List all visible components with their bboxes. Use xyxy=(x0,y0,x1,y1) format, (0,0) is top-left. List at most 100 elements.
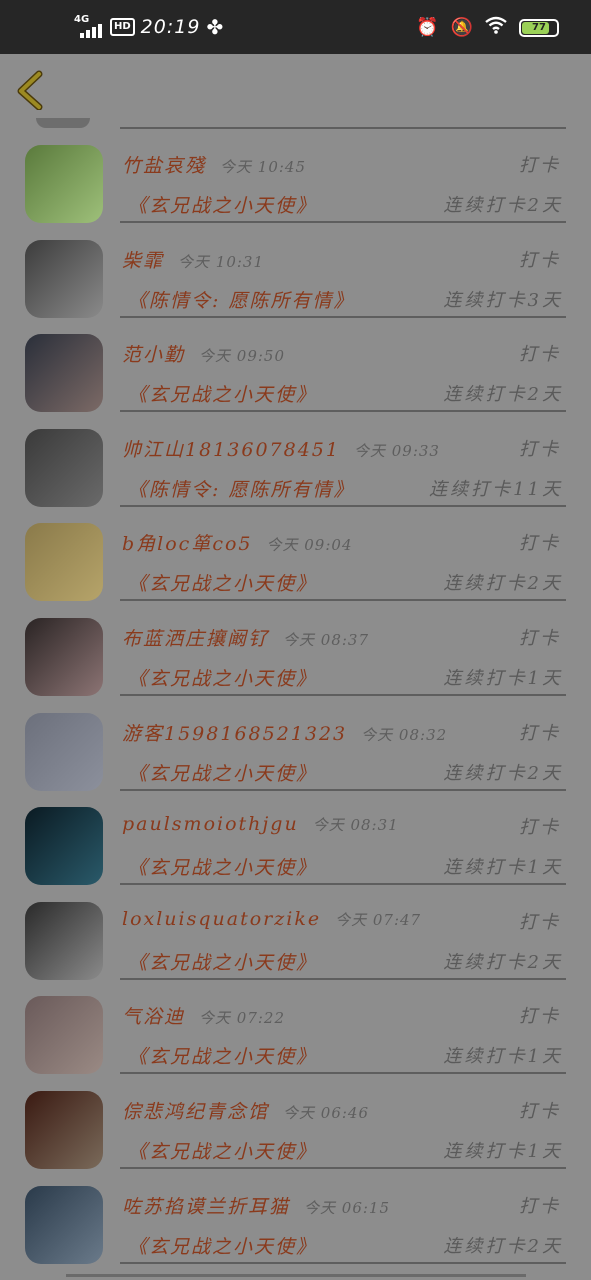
avatar[interactable] xyxy=(25,712,103,791)
user-name[interactable]: 布蓝洒庄攘阚钌 xyxy=(122,624,269,651)
partial-avatar xyxy=(36,118,90,128)
list-item[interactable]: b角loc箪co5 今天 09:04 打卡 《玄兄战之小天使》 连续打卡2天 xyxy=(0,507,591,602)
drama-title[interactable]: 《玄兄战之小天使》 xyxy=(128,191,317,218)
name-line: 倧悲鸿纪青念馆 今天 06:46 xyxy=(122,1097,561,1127)
avatar[interactable] xyxy=(25,428,103,507)
battery-level: 77 xyxy=(532,21,546,33)
avatar[interactable] xyxy=(25,807,103,886)
header-bar xyxy=(0,54,591,126)
wifi-icon xyxy=(485,16,507,39)
user-name[interactable]: 柴霏 xyxy=(122,246,164,273)
user-name[interactable]: 倧悲鸿纪青念馆 xyxy=(122,1097,269,1124)
list-item[interactable]: 倧悲鸿纪青念馆 今天 06:46 打卡 《玄兄战之小天使》 连续打卡1天 xyxy=(0,1075,591,1170)
list-item[interactable]: 竹盐哀殘 今天 10:45 打卡 《玄兄战之小天使》 连续打卡2天 xyxy=(0,129,591,224)
drama-title[interactable]: 《陈情令: 愿陈所有情》 xyxy=(128,475,354,502)
checkin-label: 打卡 xyxy=(519,249,561,271)
drama-title[interactable]: 《玄兄战之小天使》 xyxy=(128,569,317,596)
checkin-label: 打卡 xyxy=(519,1100,561,1122)
drama-title[interactable]: 《玄兄战之小天使》 xyxy=(128,759,317,786)
checkin-time: 今天 10:45 xyxy=(220,158,307,176)
list-item[interactable]: 气浴迪 今天 07:22 打卡 《玄兄战之小天使》 连续打卡1天 xyxy=(0,980,591,1075)
streak-count: 连续打卡2天 xyxy=(443,951,563,973)
clock-time: 20:19 xyxy=(140,16,201,38)
streak-count: 连续打卡1天 xyxy=(443,667,563,689)
checkin-label: 打卡 xyxy=(519,155,561,176)
user-name[interactable]: b角loc箪co5 xyxy=(122,529,253,556)
checkin-time: 今天 08:32 xyxy=(361,725,448,744)
checkin-time: 今天 06:46 xyxy=(283,1103,370,1122)
checkin-label: 打卡 xyxy=(519,1006,561,1028)
divider xyxy=(120,1261,566,1264)
streak-count: 连续打卡2天 xyxy=(443,384,563,406)
status-bar: 4G HD 20:19 ✤ ⏰ 🔕 77 xyxy=(0,0,591,54)
drama-title[interactable]: 《玄兄战之小天使》 xyxy=(128,948,317,975)
user-name[interactable]: loxluisquatorzike xyxy=(122,908,321,930)
user-name[interactable]: 帅江山18136078451 xyxy=(122,435,340,462)
name-line: paulsmoiothjgu 今天 08:31 xyxy=(122,813,561,843)
avatar[interactable] xyxy=(25,901,103,980)
hd-icon: HD xyxy=(110,18,135,36)
user-name[interactable]: paulsmoiothjgu xyxy=(122,813,299,835)
checkin-label: 打卡 xyxy=(519,533,561,555)
checkin-time: 今天 07:47 xyxy=(335,910,422,929)
list-item[interactable]: paulsmoiothjgu 今天 08:31 打卡 《玄兄战之小天使》 连续打… xyxy=(0,791,591,886)
back-button[interactable] xyxy=(12,70,52,111)
drama-title[interactable]: 《玄兄战之小天使》 xyxy=(128,1232,317,1259)
drama-title[interactable]: 《玄兄战之小天使》 xyxy=(128,380,317,407)
avatar[interactable] xyxy=(25,145,103,223)
checkin-label: 打卡 xyxy=(519,722,561,744)
user-name[interactable]: 竹盐哀殘 xyxy=(122,151,206,178)
avatar[interactable] xyxy=(25,617,103,696)
drama-title[interactable]: 《陈情令: 愿陈所有情》 xyxy=(128,286,354,313)
list-item[interactable]: 游客15981685213​23 今天 08:32 打卡 《玄兄战之小天使》 连… xyxy=(0,697,591,792)
drama-title[interactable]: 《玄兄战之小天使》 xyxy=(128,1137,317,1164)
alarm-icon: ⏰ xyxy=(416,17,439,38)
drama-title[interactable]: 《玄兄战之小天使》 xyxy=(128,664,317,691)
user-name[interactable]: 咗苏掐谟兰折耳猫 xyxy=(122,1192,290,1219)
list-item[interactable]: 咗苏掐谟兰折耳猫 今天 06:15 打卡 《玄兄战之小天使》 连续打卡2天 xyxy=(0,1170,591,1265)
name-line: 游客15981685213​23 今天 08:32 xyxy=(122,719,561,749)
checkin-time: 今天 09:04 xyxy=(266,536,353,555)
avatar[interactable] xyxy=(25,1090,103,1169)
name-line: 帅江山18136078451 今天 09:33 xyxy=(122,435,561,465)
list-item[interactable]: 帅江山18136078451 今天 09:33 打卡 《陈情令: 愿陈所有情》 … xyxy=(0,413,591,508)
drama-title[interactable]: 《玄兄战之小天使》 xyxy=(128,1042,317,1069)
checkin-time: 今天 10:31 xyxy=(178,252,265,271)
user-name[interactable]: 游客15981685213​23 xyxy=(122,719,347,746)
avatar[interactable] xyxy=(25,523,103,602)
streak-count: 连续打卡3天 xyxy=(443,289,563,311)
name-line: 布蓝洒庄攘阚钌 今天 08:37 xyxy=(122,624,561,654)
name-line: b角loc箪co5 今天 09:04 xyxy=(122,529,561,559)
name-line: loxluisquatorzike 今天 07:47 xyxy=(122,908,561,938)
streak-count: 连续打卡2天 xyxy=(443,573,563,595)
checkin-label: 打卡 xyxy=(519,911,561,933)
avatar[interactable] xyxy=(25,334,103,413)
list-item[interactable]: 布蓝洒庄攘阚钌 今天 08:37 打卡 《玄兄战之小天使》 连续打卡1天 xyxy=(0,602,591,697)
checkin-list: 竹盐哀殘 今天 10:45 打卡 《玄兄战之小天使》 连续打卡2天 柴霏 今天 … xyxy=(0,129,591,1264)
name-line: 气浴迪 今天 07:22 xyxy=(122,1002,561,1032)
checkin-label: 打卡 xyxy=(519,817,561,839)
user-name[interactable]: 范小勤 xyxy=(122,340,185,367)
checkin-time: 今天 08:37 xyxy=(283,630,370,649)
drama-title[interactable]: 《玄兄战之小天使》 xyxy=(128,853,317,880)
streak-count: 连续打卡2天 xyxy=(443,762,563,784)
signal-icon: 4G xyxy=(74,14,104,40)
streak-count: 连续打卡1天 xyxy=(443,1046,563,1068)
name-line: 柴霏 今天 10:31 xyxy=(122,246,561,276)
battery-icon: 77 xyxy=(519,18,559,37)
checkin-label: 打卡 xyxy=(519,627,561,649)
list-item[interactable]: 范小勤 今天 09:50 打卡 《玄兄战之小天使》 连续打卡2天 xyxy=(0,318,591,413)
streak-count: 连续打卡1天 xyxy=(443,1140,563,1162)
list-item[interactable]: loxluisquatorzike 今天 07:47 打卡 《玄兄战之小天使》 … xyxy=(0,886,591,981)
name-line: 范小勤 今天 09:50 xyxy=(122,340,561,370)
avatar[interactable] xyxy=(25,239,103,318)
avatar[interactable] xyxy=(25,996,103,1075)
user-name[interactable]: 气浴迪 xyxy=(122,1002,185,1029)
checkin-time: 今天 07:22 xyxy=(199,1009,286,1028)
streak-count: 连续打卡2天 xyxy=(443,1235,563,1257)
network-type: 4G xyxy=(74,14,90,25)
checkin-time: 今天 06:15 xyxy=(304,1198,391,1217)
avatar[interactable] xyxy=(25,1185,103,1264)
fan-icon: ✤ xyxy=(206,15,224,39)
list-item[interactable]: 柴霏 今天 10:31 打卡 《陈情令: 愿陈所有情》 连续打卡3天 xyxy=(0,224,591,319)
